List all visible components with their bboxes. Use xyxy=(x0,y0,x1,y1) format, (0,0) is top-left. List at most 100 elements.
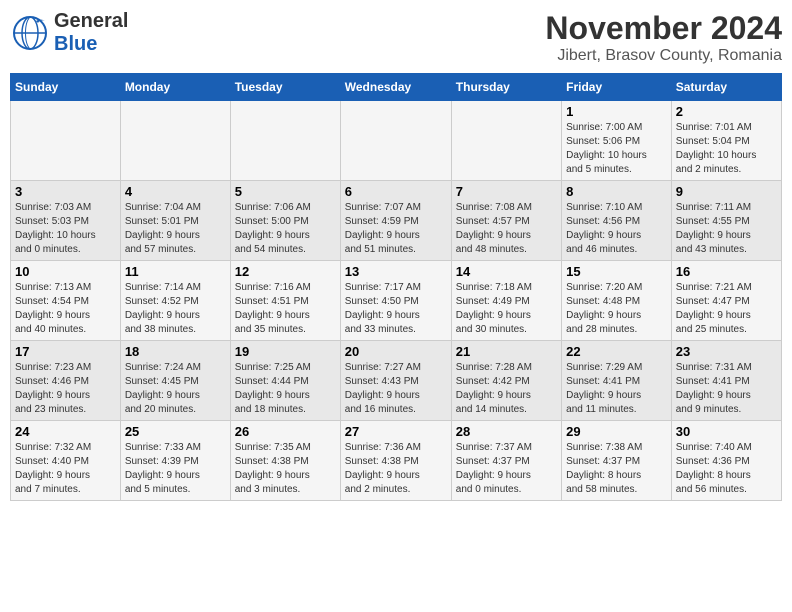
header-day-sunday: Sunday xyxy=(11,74,121,101)
header: General Blue November 2024 Jibert, Braso… xyxy=(10,10,782,65)
calendar-week-row: 1Sunrise: 7:00 AMSunset: 5:06 PMDaylight… xyxy=(11,101,782,181)
calendar-cell: 6 Sunrise: 7:07 AMSunset: 4:59 PMDaylight… xyxy=(340,181,451,261)
calendar-cell: 30 Sunrise: 7:40 AMSunset: 4:36 PMDayligh… xyxy=(671,421,781,501)
calendar-week-row: 3Sunrise: 7:03 AMSunset: 5:03 PMDaylight… xyxy=(11,181,782,261)
calendar-cell: 7 Sunrise: 7:08 AMSunset: 4:57 PMDaylight… xyxy=(451,181,561,261)
header-day-tuesday: Tuesday xyxy=(230,74,340,101)
calendar-week-row: 17 Sunrise: 7:23 AMSunset: 4:46 PMDayligh… xyxy=(11,341,782,421)
day-number: 4 xyxy=(125,184,226,199)
day-info: Sunrise: 7:33 AMSunset: 4:39 PMDaylight:… xyxy=(125,441,226,497)
calendar-cell: 2Sunrise: 7:01 AMSunset: 5:04 PMDaylight… xyxy=(671,101,781,181)
day-number: 19 xyxy=(235,344,336,359)
day-number: 13 xyxy=(345,264,447,279)
day-info: Sunrise: 7:40 AMSunset: 4:36 PMDaylight:… xyxy=(676,441,777,497)
day-number: 27 xyxy=(345,424,447,439)
day-info: Sunrise: 7:24 AMSunset: 4:45 PMDaylight:… xyxy=(125,361,226,417)
day-info: Sunrise: 7:04 AMSunset: 5:01 PMDaylight:… xyxy=(125,201,226,257)
day-info: Sunrise: 7:14 AMSunset: 4:52 PMDaylight:… xyxy=(125,281,226,337)
day-number: 2 xyxy=(676,104,777,119)
day-number: 9 xyxy=(676,184,777,199)
calendar-title: November 2024 xyxy=(545,10,782,47)
day-info: Sunrise: 7:27 AMSunset: 4:43 PMDaylight:… xyxy=(345,361,447,417)
calendar-cell xyxy=(11,101,121,181)
day-number: 21 xyxy=(456,344,557,359)
day-number: 8 xyxy=(566,184,667,199)
calendar-cell: 4 Sunrise: 7:04 AMSunset: 5:01 PMDaylight… xyxy=(120,181,230,261)
logo-icon xyxy=(10,13,50,53)
day-info: Sunrise: 7:32 AMSunset: 4:40 PMDaylight:… xyxy=(15,441,116,497)
day-number: 17 xyxy=(15,344,116,359)
calendar-table: SundayMondayTuesdayWednesdayThursdayFrid… xyxy=(10,73,782,501)
calendar-subtitle: Jibert, Brasov County, Romania xyxy=(545,47,782,65)
calendar-cell: 25 Sunrise: 7:33 AMSunset: 4:39 PMDayligh… xyxy=(120,421,230,501)
day-info: Sunrise: 7:23 AMSunset: 4:46 PMDaylight:… xyxy=(15,361,116,417)
logo: General Blue xyxy=(10,10,128,56)
day-number: 30 xyxy=(676,424,777,439)
day-info: Sunrise: 7:07 AMSunset: 4:59 PMDaylight:… xyxy=(345,201,447,257)
calendar-cell: 26 Sunrise: 7:35 AMSunset: 4:38 PMDayligh… xyxy=(230,421,340,501)
day-number: 12 xyxy=(235,264,336,279)
calendar-cell: 29Sunrise: 7:38 AMSunset: 4:37 PMDayligh… xyxy=(562,421,672,501)
day-info: Sunrise: 7:17 AMSunset: 4:50 PMDaylight:… xyxy=(345,281,447,337)
day-number: 5 xyxy=(235,184,336,199)
day-info: Sunrise: 7:20 AMSunset: 4:48 PMDaylight:… xyxy=(566,281,667,337)
day-number: 25 xyxy=(125,424,226,439)
header-day-monday: Monday xyxy=(120,74,230,101)
day-number: 14 xyxy=(456,264,557,279)
calendar-cell: 22Sunrise: 7:29 AMSunset: 4:41 PMDayligh… xyxy=(562,341,672,421)
day-number: 3 xyxy=(15,184,116,199)
calendar-cell: 28 Sunrise: 7:37 AMSunset: 4:37 PMDayligh… xyxy=(451,421,561,501)
calendar-cell: 13 Sunrise: 7:17 AMSunset: 4:50 PMDayligh… xyxy=(340,261,451,341)
header-day-thursday: Thursday xyxy=(451,74,561,101)
calendar-cell: 11 Sunrise: 7:14 AMSunset: 4:52 PMDayligh… xyxy=(120,261,230,341)
day-info: Sunrise: 7:13 AMSunset: 4:54 PMDaylight:… xyxy=(15,281,116,337)
logo-general: General xyxy=(54,10,128,32)
header-day-saturday: Saturday xyxy=(671,74,781,101)
day-info: Sunrise: 7:06 AMSunset: 5:00 PMDaylight:… xyxy=(235,201,336,257)
day-info: Sunrise: 7:10 AMSunset: 4:56 PMDaylight:… xyxy=(566,201,667,257)
calendar-cell: 15 Sunrise: 7:20 AMSunset: 4:48 PMDayligh… xyxy=(562,261,672,341)
day-number: 6 xyxy=(345,184,447,199)
calendar-cell: 24Sunrise: 7:32 AMSunset: 4:40 PMDayligh… xyxy=(11,421,121,501)
day-number: 1 xyxy=(566,104,667,119)
calendar-week-row: 24Sunrise: 7:32 AMSunset: 4:40 PMDayligh… xyxy=(11,421,782,501)
calendar-cell: 20 Sunrise: 7:27 AMSunset: 4:43 PMDayligh… xyxy=(340,341,451,421)
day-number: 18 xyxy=(125,344,226,359)
day-number: 20 xyxy=(345,344,447,359)
calendar-cell: 17 Sunrise: 7:23 AMSunset: 4:46 PMDayligh… xyxy=(11,341,121,421)
calendar-cell: 14 Sunrise: 7:18 AMSunset: 4:49 PMDayligh… xyxy=(451,261,561,341)
calendar-cell: 21Sunrise: 7:28 AMSunset: 4:42 PMDayligh… xyxy=(451,341,561,421)
day-info: Sunrise: 7:21 AMSunset: 4:47 PMDaylight:… xyxy=(676,281,777,337)
day-number: 10 xyxy=(15,264,116,279)
day-info: Sunrise: 7:29 AMSunset: 4:41 PMDaylight:… xyxy=(566,361,667,417)
day-info: Sunrise: 7:25 AMSunset: 4:44 PMDaylight:… xyxy=(235,361,336,417)
day-number: 11 xyxy=(125,264,226,279)
day-info: Sunrise: 7:08 AMSunset: 4:57 PMDaylight:… xyxy=(456,201,557,257)
day-info: Sunrise: 7:37 AMSunset: 4:37 PMDaylight:… xyxy=(456,441,557,497)
day-number: 23 xyxy=(676,344,777,359)
calendar-cell xyxy=(120,101,230,181)
header-day-friday: Friday xyxy=(562,74,672,101)
day-number: 7 xyxy=(456,184,557,199)
day-number: 28 xyxy=(456,424,557,439)
calendar-cell: 5 Sunrise: 7:06 AMSunset: 5:00 PMDaylight… xyxy=(230,181,340,261)
day-info: Sunrise: 7:18 AMSunset: 4:49 PMDaylight:… xyxy=(456,281,557,337)
calendar-cell: 8 Sunrise: 7:10 AMSunset: 4:56 PMDaylight… xyxy=(562,181,672,261)
calendar-cell: 9Sunrise: 7:11 AMSunset: 4:55 PMDaylight… xyxy=(671,181,781,261)
day-info: Sunrise: 7:36 AMSunset: 4:38 PMDaylight:… xyxy=(345,441,447,497)
calendar-cell: 12Sunrise: 7:16 AMSunset: 4:51 PMDayligh… xyxy=(230,261,340,341)
day-number: 29 xyxy=(566,424,667,439)
day-info: Sunrise: 7:35 AMSunset: 4:38 PMDaylight:… xyxy=(235,441,336,497)
calendar-header-row: SundayMondayTuesdayWednesdayThursdayFrid… xyxy=(11,74,782,101)
calendar-cell: 10 Sunrise: 7:13 AMSunset: 4:54 PMDayligh… xyxy=(11,261,121,341)
header-day-wednesday: Wednesday xyxy=(340,74,451,101)
title-section: November 2024 Jibert, Brasov County, Rom… xyxy=(545,10,782,65)
calendar-cell: 23Sunrise: 7:31 AMSunset: 4:41 PMDayligh… xyxy=(671,341,781,421)
day-number: 15 xyxy=(566,264,667,279)
calendar-cell: 1Sunrise: 7:00 AMSunset: 5:06 PMDaylight… xyxy=(562,101,672,181)
day-number: 26 xyxy=(235,424,336,439)
calendar-cell: 27 Sunrise: 7:36 AMSunset: 4:38 PMDayligh… xyxy=(340,421,451,501)
calendar-cell: 3Sunrise: 7:03 AMSunset: 5:03 PMDaylight… xyxy=(11,181,121,261)
day-number: 16 xyxy=(676,264,777,279)
calendar-cell xyxy=(230,101,340,181)
